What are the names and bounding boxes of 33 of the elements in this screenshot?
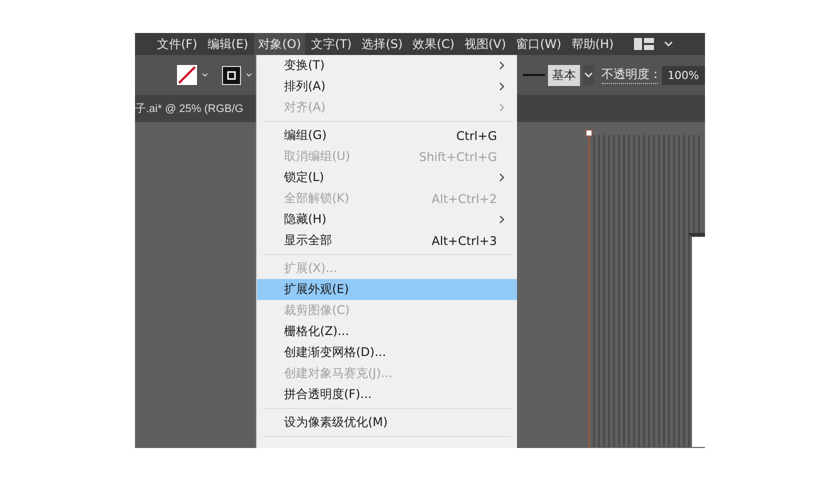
menu-item[interactable]: 编辑(E) [203,33,252,55]
caret-icon [584,72,593,78]
caret-icon[interactable] [202,72,208,78]
menu-item[interactable]: 排列(A) [257,76,517,97]
caret-icon[interactable] [664,41,673,47]
menu-item[interactable]: 对象(O) [254,33,306,55]
stroke-style-dropdown[interactable]: 基本 [548,64,580,86]
document-tab[interactable]: 子.ai* @ 25% (RGB/G [135,101,244,116]
menu-item[interactable]: 变换(T) [257,55,517,76]
caret-icon[interactable] [246,72,252,78]
menu-item[interactable]: 窗口(W) [512,33,566,55]
menu-item[interactable]: 栅格化(Z)... [257,321,517,342]
menu-item[interactable]: 扩展外观(E) [257,279,517,300]
menu-item[interactable]: 效果(C) [408,33,458,55]
workspace-icon[interactable] [634,38,654,50]
menu-item[interactable]: 帮助(H) [567,33,618,55]
menu-item[interactable]: 锁定(L) [257,167,517,188]
fill-none-icon[interactable] [177,65,197,85]
menu-item[interactable]: 文件(F) [153,33,202,55]
menu-item[interactable]: 文字(T) [307,33,356,55]
menu-item[interactable]: 编组(G) Ctrl+G [257,125,517,146]
menu-item[interactable]: 设为像素级优化(M) [257,412,517,433]
menu-item[interactable]: 拼合透明度(F)... [257,384,517,405]
menu-item[interactable]: 隐藏(H) [257,209,517,230]
menu-item[interactable]: 创建渐变网格(D)... [257,342,517,363]
menu-item[interactable]: 显示全部 Alt+Ctrl+3 [257,230,517,251]
menu-item[interactable]: 选择(S) [358,33,407,55]
opacity-label[interactable]: 不透明度 : [602,66,658,84]
menu-item[interactable]: 视图(V) [460,33,510,55]
stroke-swatch-icon[interactable] [222,66,241,84]
stroke-line-icon [522,73,546,77]
dropdown-button[interactable] [583,65,594,85]
opacity-field[interactable]: 100% [662,66,705,84]
